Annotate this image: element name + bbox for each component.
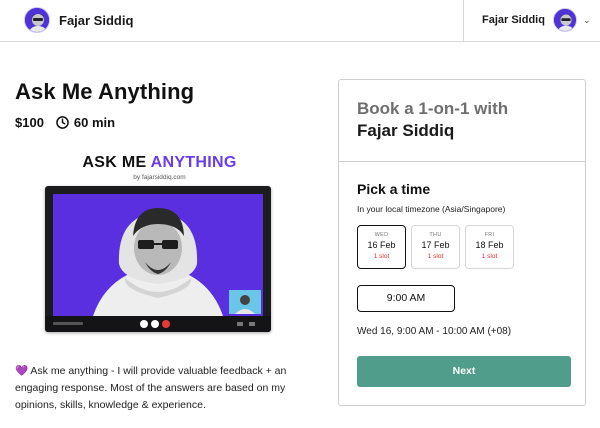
product-meta: $100 60 min	[15, 115, 115, 130]
description-text: Ask me anything - I will provide valuabl…	[15, 365, 287, 411]
price: $100	[15, 115, 44, 130]
date-picker: WED 16 Feb 1 slot THU 17 Feb 1 slot FRI …	[357, 225, 514, 269]
booking-card-header: Book a 1-on-1 with Fajar Siddiq	[339, 80, 585, 162]
user-avatar	[552, 8, 577, 32]
user-name: Fajar Siddiq	[482, 14, 545, 26]
day-slots: 1 slot	[373, 253, 390, 260]
person-illustration	[93, 208, 261, 316]
day-of-week: FRI	[484, 232, 495, 238]
day-date: 16 Feb	[367, 240, 396, 250]
brand[interactable]: Fajar Siddiq	[24, 7, 133, 33]
hero-image: ASK ME ANYTHING by fajarsiddiq.com	[44, 148, 275, 340]
product-description: 💜 Ask me anything - I will provide valua…	[15, 363, 305, 414]
brand-name: Fajar Siddiq	[59, 12, 134, 28]
clock-icon	[56, 116, 69, 129]
date-option-fri-18[interactable]: FRI 18 Feb 1 slot	[465, 225, 514, 269]
user-avatar-icon	[553, 9, 576, 31]
day-of-week: WED	[374, 232, 389, 238]
booking-card: Book a 1-on-1 with Fajar Siddiq Pick a t…	[338, 79, 586, 406]
chevron-down-icon[interactable]: ⌄	[583, 15, 591, 26]
booking-heading-line2: Fajar Siddiq	[357, 121, 455, 140]
video-screen	[53, 194, 263, 316]
booking-summary: Wed 16, 9:00 AM - 10:00 AM (+08)	[357, 326, 512, 337]
hero-title-part1: ASK ME	[82, 154, 151, 171]
page-title: Ask Me Anything	[15, 79, 195, 104]
timezone-text: In your local timezone (Asia/Singapore)	[357, 204, 506, 214]
hero-subtitle: by fajarsiddiq.com	[133, 174, 186, 181]
duration: 60 min	[73, 115, 116, 130]
heart-icon: 💜	[15, 365, 29, 377]
video-call-illustration	[45, 186, 271, 332]
brand-avatar	[24, 7, 50, 33]
time-slot-button[interactable]: 9:00 AM	[357, 285, 455, 312]
day-date: 18 Feb	[475, 240, 504, 250]
day-date: 17 Feb	[421, 240, 450, 250]
day-of-week: THU	[429, 232, 442, 238]
day-slots: 1 slot	[481, 253, 498, 260]
hero-title-part2: ANYTHING	[150, 154, 237, 171]
user-avatar-icon	[25, 8, 49, 32]
video-controls-icon	[53, 320, 255, 328]
user-menu[interactable]: Fajar Siddiq ⌄	[482, 8, 591, 32]
header-divider	[463, 0, 464, 42]
date-option-thu-17[interactable]: THU 17 Feb 1 slot	[411, 225, 460, 269]
date-option-wed-16[interactable]: WED 16 Feb 1 slot	[357, 225, 406, 269]
next-button[interactable]: Next	[357, 356, 571, 387]
pick-time-heading: Pick a time	[357, 181, 431, 197]
day-slots: 1 slot	[427, 253, 444, 260]
hero-title: ASK ME ANYTHING	[44, 154, 275, 172]
video-controls-bar	[45, 316, 271, 332]
booking-heading-line1: Book a 1-on-1 with	[357, 99, 509, 118]
top-bar: Fajar Siddiq Fajar Siddiq ⌄	[0, 0, 600, 42]
